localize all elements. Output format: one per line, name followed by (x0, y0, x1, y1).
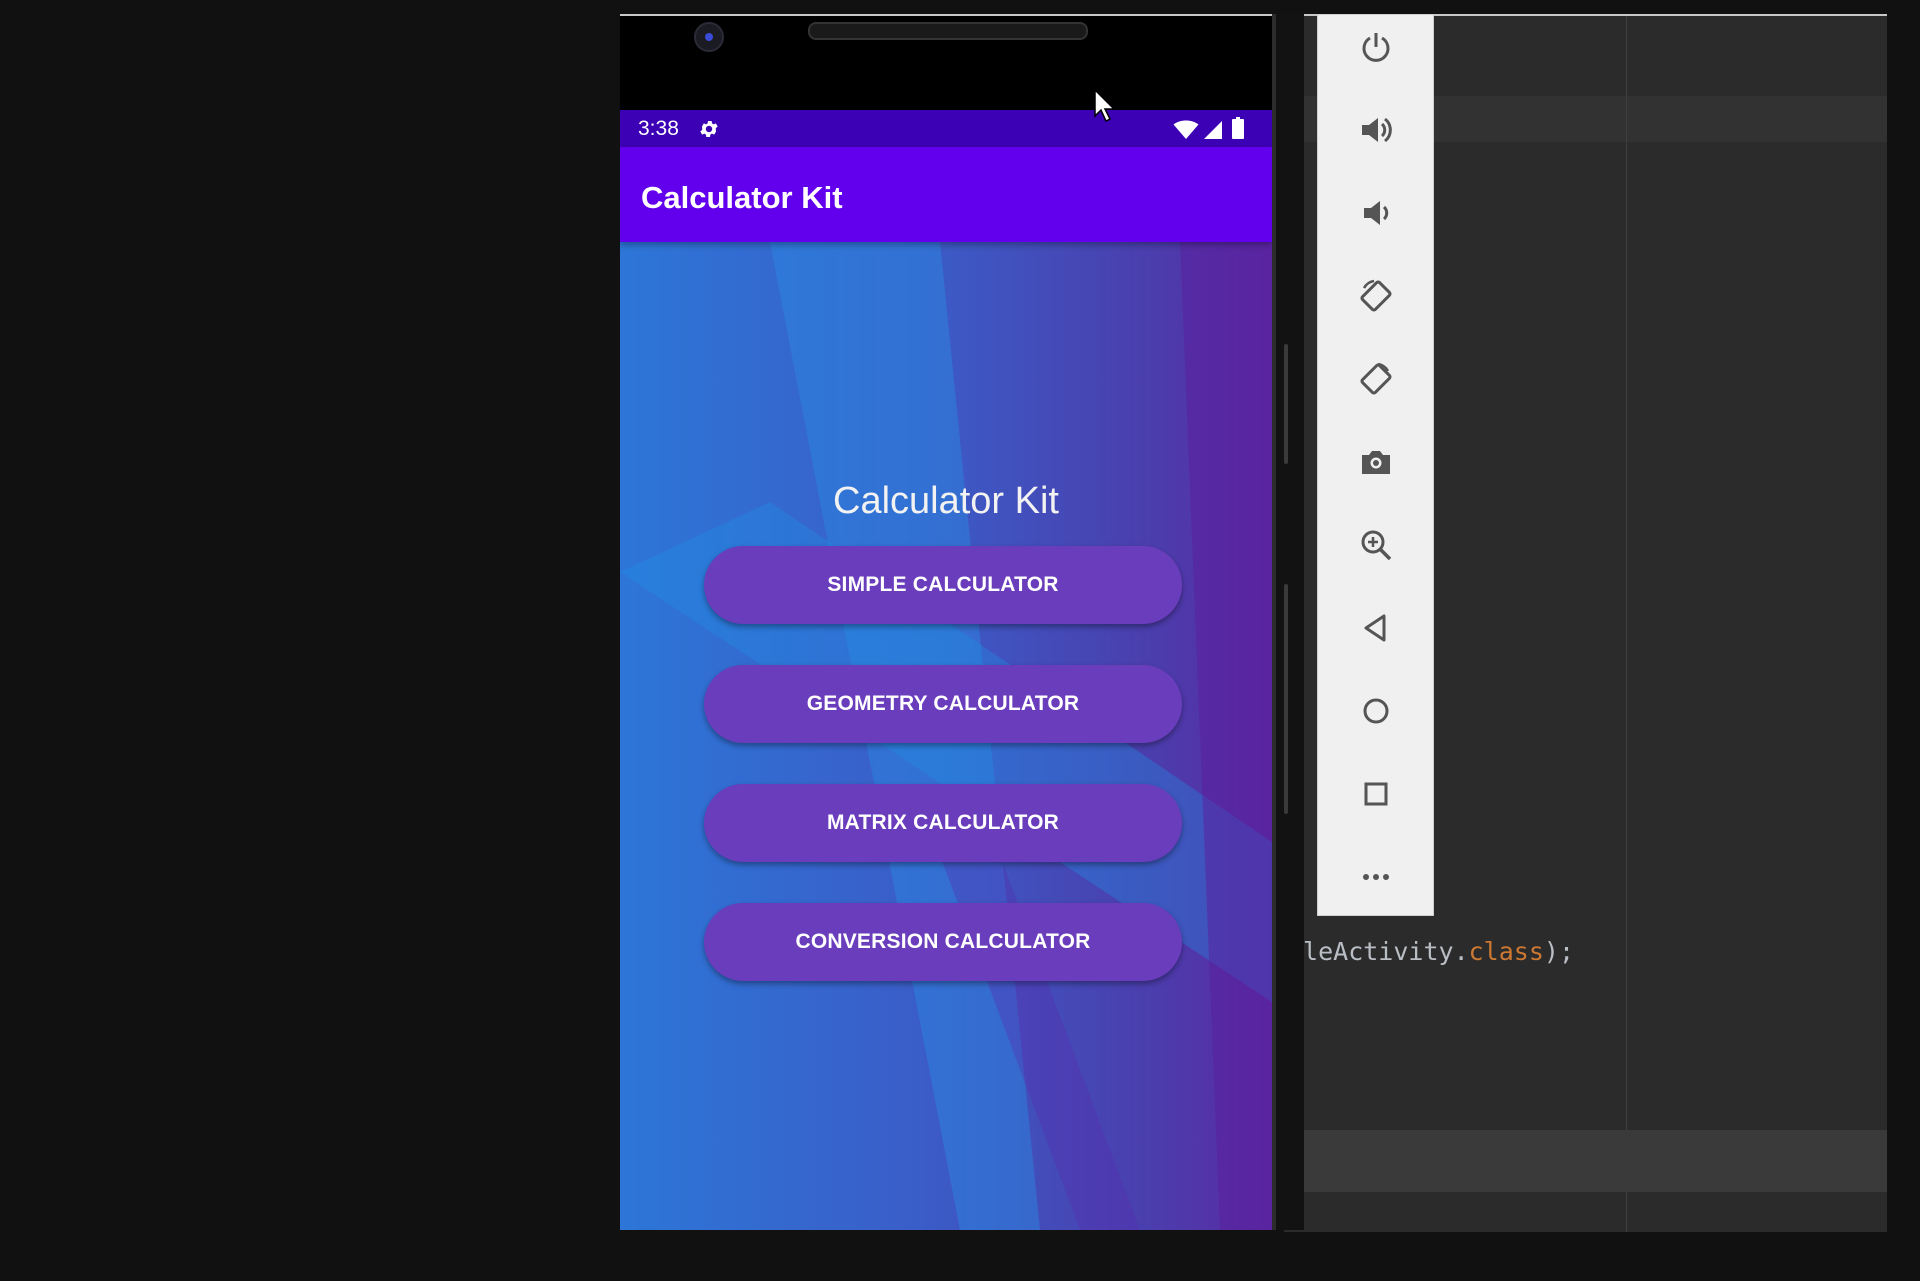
screenshot-button[interactable] (1358, 444, 1394, 480)
front-camera (694, 22, 724, 52)
page-title: Calculator Kit (833, 480, 1059, 522)
rotate-right-button[interactable] (1358, 361, 1394, 397)
settings-gear-icon (700, 121, 718, 137)
more-icon (1363, 874, 1389, 880)
rotate-right-icon (1360, 362, 1392, 395)
device-side-bezel (1272, 14, 1304, 1230)
background-shadow-band (1180, 242, 1272, 1230)
battery-icon (1232, 117, 1244, 139)
emulator-toolbar (1317, 14, 1434, 916)
power-icon (1362, 33, 1390, 62)
conversion-calculator-button[interactable]: CONVERSION CALCULATOR (704, 903, 1182, 981)
back-button[interactable] (1358, 610, 1394, 646)
overview-icon (1364, 782, 1388, 806)
device-top-bezel (620, 14, 1276, 112)
main-content: Calculator Kit SIMPLE CALCULATOR GEOMETR… (620, 242, 1272, 1230)
simple-calculator-button[interactable]: SIMPLE CALCULATOR (704, 546, 1182, 624)
more-options-button[interactable] (1358, 859, 1394, 895)
code-keyword: class (1468, 937, 1544, 966)
rotate-left-icon (1360, 279, 1392, 312)
mouse-pointer-icon (1094, 89, 1116, 123)
cell-signal-icon (1204, 121, 1222, 139)
status-time: 3:38 (638, 117, 679, 140)
device-side-button (1284, 584, 1288, 814)
power-button[interactable] (1358, 29, 1394, 65)
device-side-button (1284, 344, 1288, 464)
overview-button[interactable] (1358, 776, 1394, 812)
app-bar-title: Calculator Kit (641, 180, 843, 215)
home-button[interactable] (1358, 693, 1394, 729)
code-punctuation: ); (1543, 937, 1574, 966)
zoom-icon (1361, 530, 1392, 561)
status-bar: 3:38 (620, 110, 1272, 147)
app-bar: Calculator Kit (620, 147, 1272, 242)
zoom-button[interactable] (1358, 527, 1394, 563)
back-icon (1364, 614, 1386, 642)
code-line[interactable]: gleActivity.class); (1288, 937, 1574, 966)
camera-icon (1362, 451, 1390, 474)
geometry-calculator-button[interactable]: GEOMETRY CALCULATOR (704, 665, 1182, 743)
home-icon (1363, 698, 1389, 724)
editor-right-margin-guide (1626, 16, 1627, 1232)
wifi-icon (1173, 120, 1199, 139)
rotate-left-button[interactable] (1358, 278, 1394, 314)
device-screen: 3:38 Calculator Kit Calculator Kit SIMPL… (620, 110, 1272, 1230)
code-text: gleActivity. (1288, 937, 1469, 966)
volume-up-icon (1362, 117, 1392, 143)
editor-bottom-bar (1284, 1130, 1887, 1192)
volume-down-icon (1364, 201, 1389, 225)
matrix-calculator-button[interactable]: MATRIX CALCULATOR (704, 784, 1182, 862)
volume-up-button[interactable] (1358, 112, 1394, 148)
volume-down-button[interactable] (1358, 195, 1394, 231)
speaker-grille (808, 22, 1088, 40)
